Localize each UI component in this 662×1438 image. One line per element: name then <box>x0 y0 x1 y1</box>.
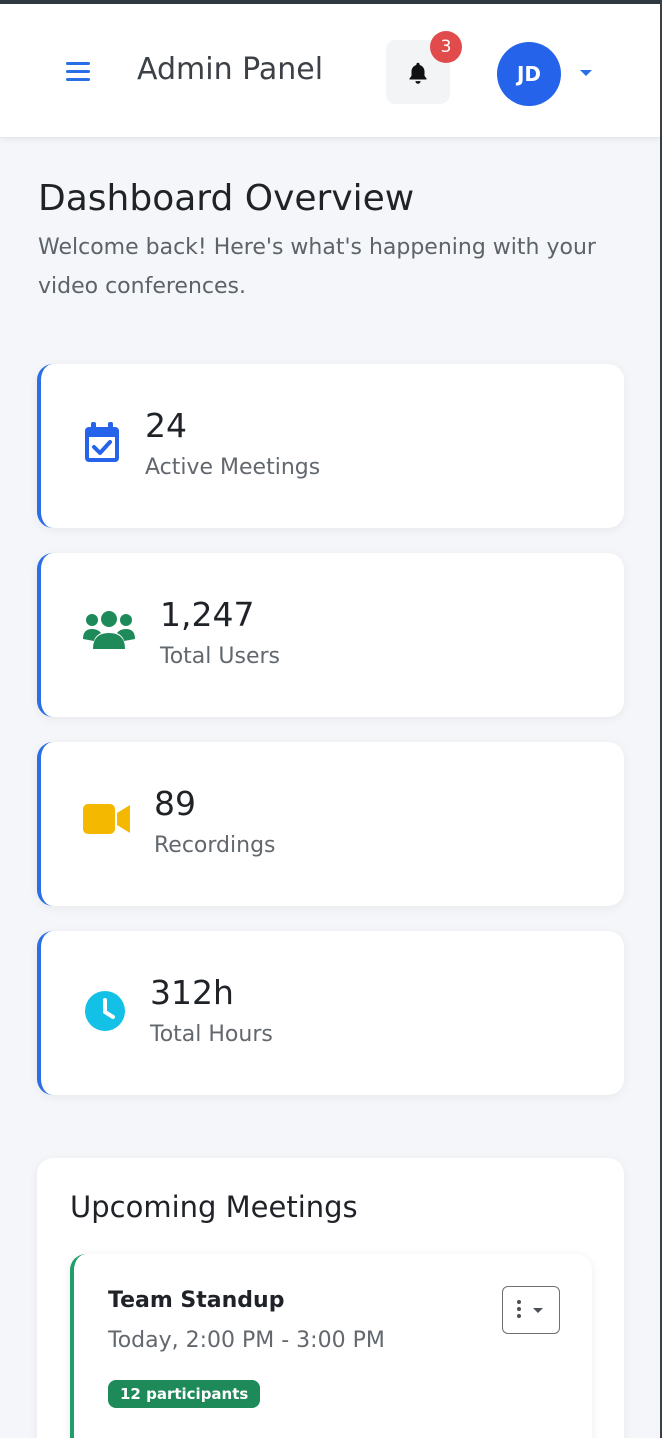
stat-value: 24 <box>145 406 187 445</box>
calendar-check-icon <box>85 422 119 462</box>
stat-card-total-hours: 312h Total Hours <box>37 931 624 1095</box>
stat-card-total-users: 1,247 Total Users <box>37 553 624 717</box>
page-subtitle: Welcome back! Here's what's happening wi… <box>38 235 596 299</box>
chevron-down-icon <box>533 1308 543 1313</box>
page-title: Dashboard Overview <box>38 178 415 219</box>
stat-card-recordings: 89 Recordings <box>37 742 624 906</box>
kebab-menu-icon <box>517 1300 521 1320</box>
notification-count-badge: 3 <box>430 31 462 63</box>
upcoming-meetings-card: Upcoming Meetings Team Standup Today, 2:… <box>37 1158 624 1438</box>
video-camera-icon <box>83 804 130 834</box>
stat-card-active-meetings: 24 Active Meetings <box>37 364 624 528</box>
stat-label: Active Meetings <box>145 455 321 480</box>
meeting-options-button[interactable] <box>502 1286 560 1334</box>
top-navbar: Admin Panel 3 JD <box>0 4 660 138</box>
stat-value: 89 <box>154 784 196 823</box>
stat-value: 1,247 <box>160 595 255 634</box>
meeting-time: Today, 2:00 PM - 3:00 PM <box>108 1328 385 1353</box>
section-title: Upcoming Meetings <box>70 1190 358 1224</box>
stat-label: Total Hours <box>150 1022 273 1047</box>
participants-badge: 12 participants <box>108 1380 261 1408</box>
users-icon <box>83 611 135 649</box>
brand-title: Admin Panel <box>137 52 324 87</box>
stat-label: Total Users <box>160 644 280 669</box>
meeting-name: Team Standup <box>108 1288 285 1313</box>
user-avatar[interactable]: JD <box>497 42 561 106</box>
hamburger-menu-icon[interactable] <box>66 62 91 82</box>
stat-label: Recordings <box>154 833 276 858</box>
stat-value: 312h <box>150 973 234 1012</box>
chevron-down-icon[interactable] <box>580 70 592 76</box>
clock-icon <box>85 991 125 1031</box>
meeting-item[interactable]: Team Standup Today, 2:00 PM - 3:00 PM 12… <box>70 1254 592 1438</box>
bell-icon <box>409 62 427 84</box>
